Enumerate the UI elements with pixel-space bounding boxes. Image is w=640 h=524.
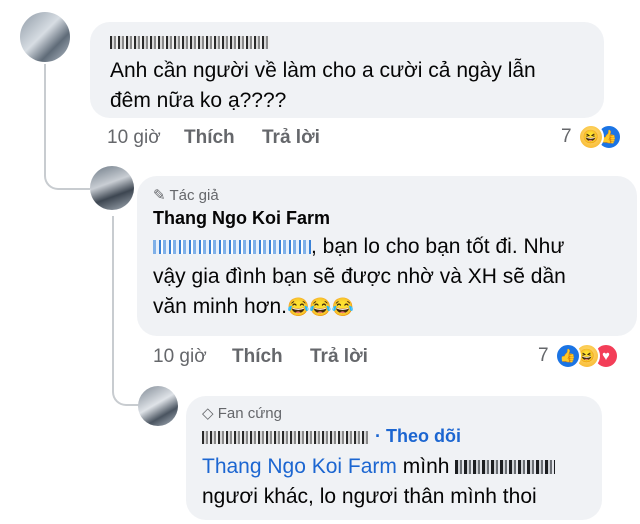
- emoji-group: 😂😂😂: [287, 297, 355, 317]
- comment-text-line: Anh cần người về làm cho a cười cả ngày …: [110, 59, 536, 82]
- diamond-icon: ◇: [202, 405, 214, 422]
- comment-bubble: Anh cần người về làm cho a cười cả ngày …: [90, 22, 604, 118]
- author-badge: Tác giả: [169, 187, 219, 204]
- comment-text-line: , bạn lo cho bạn tốt đi. Như: [311, 235, 565, 258]
- comment-text-line: văn minh hơn.: [153, 295, 288, 318]
- comment-text-line: mình: [402, 455, 450, 478]
- thread-line: [44, 64, 90, 190]
- mentioned-user[interactable]: Thang Ngo Koi Farm: [202, 455, 397, 478]
- reply-button[interactable]: Trả lời: [310, 346, 368, 367]
- commenter-name[interactable]: [202, 430, 370, 444]
- comment-bubble: ◇ Fan cứng · Theo dõi Thang Ngo Koi Farm…: [186, 396, 602, 520]
- like-button[interactable]: Thích: [232, 346, 283, 367]
- commenter-name[interactable]: [110, 34, 270, 52]
- reaction-count[interactable]: 7: [561, 126, 572, 148]
- reaction-count[interactable]: 7: [538, 345, 549, 367]
- commenter-name[interactable]: Thang Ngo Koi Farm: [153, 208, 330, 229]
- comment-bubble: ✎ Tác giả Thang Ngo Koi Farm , bạn lo ch…: [137, 176, 637, 336]
- avatar[interactable]: [90, 166, 134, 210]
- pencil-icon: ✎: [153, 187, 166, 204]
- comment-text-line: vậy gia đình bạn sẽ được nhờ và XH sẽ dầ…: [153, 265, 566, 288]
- follow-link[interactable]: · Theo dõi: [375, 426, 461, 446]
- reply-button[interactable]: Trả lời: [262, 127, 320, 148]
- like-icon: 👍: [555, 343, 581, 369]
- mentioned-user[interactable]: [153, 240, 311, 255]
- comment-time[interactable]: 10 giờ: [107, 127, 161, 148]
- comment-text-line: ngươi khác, lo ngươi thân mình thoi: [202, 485, 537, 508]
- like-button[interactable]: Thích: [184, 127, 235, 148]
- avatar[interactable]: [20, 12, 70, 62]
- avatar[interactable]: [138, 386, 178, 426]
- haha-icon: 😆: [578, 124, 604, 150]
- comment-time[interactable]: 10 giờ: [153, 346, 207, 367]
- comment-text-line: đêm nữa ko ạ????: [110, 89, 287, 112]
- fan-badge: Fan cứng: [217, 405, 282, 422]
